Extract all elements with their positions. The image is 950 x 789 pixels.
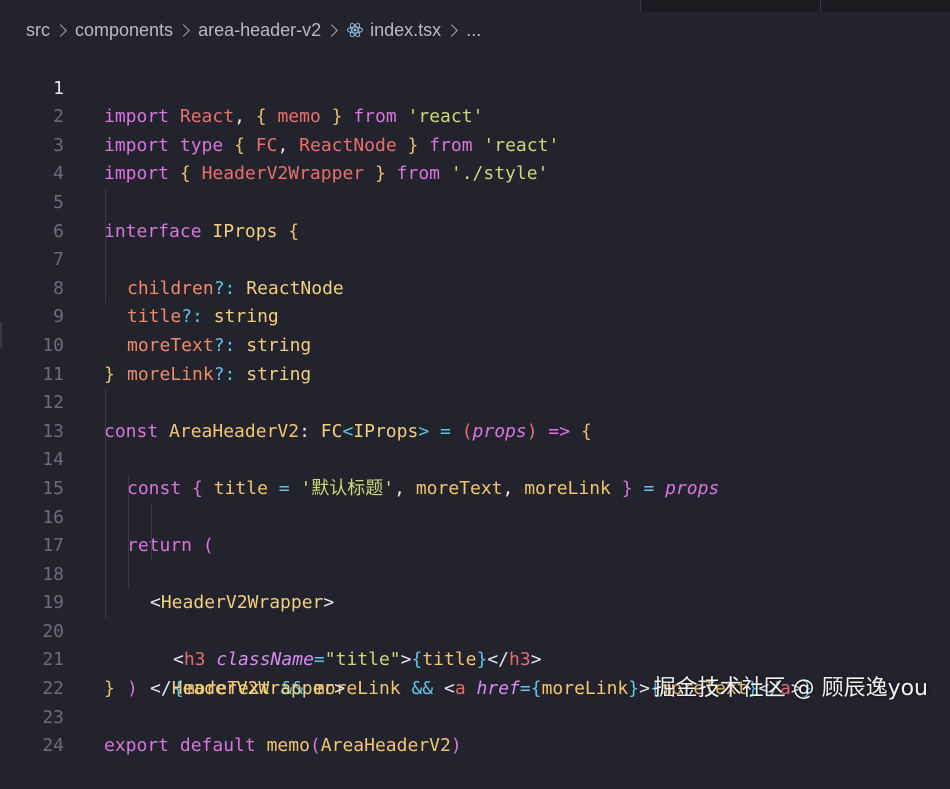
breadcrumb: src components area-header-v2 index.tsx …	[0, 14, 950, 46]
indent-guide	[105, 417, 106, 447]
breadcrumb-item-more[interactable]: ...	[466, 20, 481, 41]
editor-tab-strip	[0, 0, 950, 12]
code-line[interactable]: 6 children?: ReactNode	[0, 188, 950, 299]
breadcrumb-item-area-header-v2[interactable]: area-header-v2	[198, 20, 321, 41]
breadcrumb-item-file[interactable]: index.tsx	[370, 20, 441, 41]
watermark: 掘金技术社区 @ 顾辰逸you	[653, 676, 928, 701]
chevron-right-icon	[177, 23, 190, 37]
indent-guide	[105, 188, 106, 218]
code-line[interactable]: 18 {moreText && moreLink && <a href={mor…	[0, 532, 950, 699]
code-line[interactable]: 17 <h3 className="title">{title}</h3>	[0, 503, 950, 670]
active-tab[interactable]	[0, 0, 641, 12]
code-editor[interactable]: 1 import React, { memo } from 'react' 2 …	[0, 46, 950, 757]
breadcrumb-item-src[interactable]: src	[26, 20, 50, 41]
code-line[interactable]: 4	[0, 132, 950, 184]
code-line[interactable]: 7 title?: string	[0, 217, 950, 327]
indent-guide	[151, 503, 152, 533]
code-line[interactable]: 11	[0, 332, 950, 385]
indent-guide	[151, 532, 152, 561]
indent-guide	[128, 503, 129, 533]
code-line[interactable]: 19 </HeaderV2Wrapper>	[0, 560, 950, 699]
indent-guide	[105, 474, 106, 504]
chevron-right-icon	[325, 23, 339, 37]
indent-guide	[128, 532, 129, 561]
code-line[interactable]: 15 return (	[0, 446, 950, 556]
indent-guide	[105, 532, 106, 561]
indent-guide	[128, 474, 129, 504]
code-line[interactable]: 13 const { title = '默认标题', moreText, mor…	[0, 389, 950, 499]
code-line[interactable]: 21 }	[0, 618, 950, 699]
code-line[interactable]: 16 <HeaderV2Wrapper>	[0, 474, 950, 613]
indent-guide	[105, 274, 106, 304]
code-line[interactable]: 1 import React, { memo } from 'react'	[0, 46, 950, 128]
code-line[interactable]: 3 import { HeaderV2Wrapper } from './sty…	[0, 103, 950, 185]
indent-guide	[105, 446, 106, 475]
code-line[interactable]: 9 moreLink?: string	[0, 274, 950, 385]
code-line[interactable]: 8 moreText?: string	[0, 246, 950, 356]
code-line[interactable]: 20 )	[0, 589, 950, 699]
code-line[interactable]: 5 interface IProps {	[0, 160, 950, 242]
indent-guide	[105, 246, 106, 275]
indent-guide	[105, 560, 106, 590]
breadcrumb-item-components[interactable]: components	[75, 20, 173, 41]
indent-guide	[105, 503, 106, 533]
indent-guide	[128, 560, 129, 590]
tab-divider	[820, 0, 821, 12]
indent-guide	[105, 389, 106, 418]
line-number: 24	[42, 735, 64, 757]
code-line[interactable]: 2 import type { FC, ReactNode } from 're…	[0, 75, 950, 156]
code-line[interactable]: 12 const AreaHeaderV2: FC<IProps> = (pro…	[0, 361, 950, 442]
code-line[interactable]: 10 }	[0, 303, 950, 385]
indent-guide	[105, 589, 106, 618]
code-text: export default memo(AreaHeaderV2)	[104, 735, 462, 757]
code-line[interactable]: 24	[0, 704, 950, 756]
code-line[interactable]: 14	[0, 417, 950, 470]
chevron-right-icon	[445, 23, 459, 37]
react-icon	[347, 22, 364, 38]
chevron-right-icon	[54, 23, 67, 37]
indent-guide	[105, 217, 106, 247]
